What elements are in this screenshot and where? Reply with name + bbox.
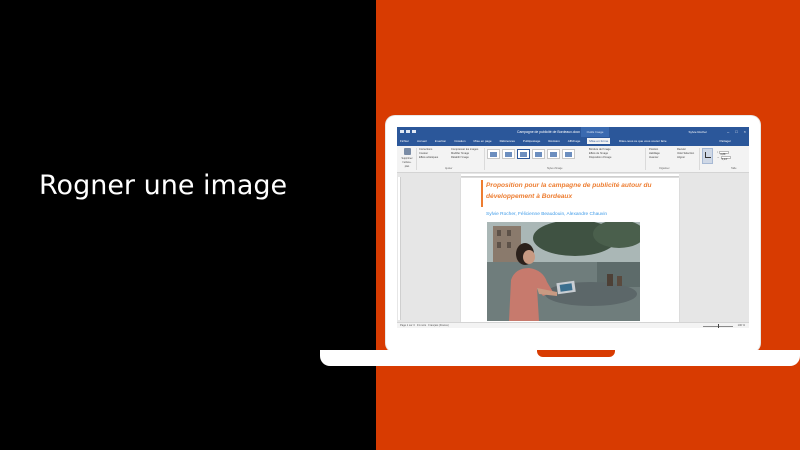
group-label-adjust: Ajuster bbox=[445, 167, 453, 170]
picture-style-thumbnail[interactable] bbox=[562, 149, 575, 159]
laptop-notch bbox=[537, 350, 615, 357]
close-icon[interactable]: × bbox=[744, 129, 746, 134]
group-label-arrange: Organiser bbox=[659, 167, 670, 170]
tab-file[interactable]: Fichier bbox=[399, 139, 410, 144]
size-group: ↕3,86" ↔5,04" bbox=[717, 150, 731, 161]
width-field[interactable]: 5,04" bbox=[720, 155, 731, 161]
picture-style-thumbnail[interactable] bbox=[517, 149, 530, 159]
window-title: Campagne de publicité de Bordeaux.docx bbox=[517, 130, 580, 134]
window-controls: – □ × bbox=[727, 129, 746, 134]
adjust-group-2: Compresser les images Modifier l'image R… bbox=[451, 148, 478, 160]
tab-review[interactable]: Révision bbox=[547, 139, 561, 144]
campus-photo-image bbox=[487, 222, 640, 321]
crop-button[interactable] bbox=[702, 148, 713, 164]
slide-title: Rogner une image bbox=[39, 170, 288, 201]
document-heading[interactable]: Proposition pour la campagne de publicit… bbox=[486, 180, 666, 202]
picture-style-thumbnail[interactable] bbox=[487, 149, 500, 159]
zoom-level[interactable]: 100 % bbox=[738, 324, 745, 327]
horizontal-ruler[interactable] bbox=[461, 174, 679, 177]
maximize-icon[interactable]: □ bbox=[735, 129, 737, 134]
align-button[interactable]: Aligner bbox=[677, 156, 694, 160]
language-indicator[interactable]: Français (France) bbox=[428, 324, 448, 327]
remove-background-button[interactable]: Supprimer l'arrière-plan bbox=[401, 148, 413, 168]
quick-access-toolbar bbox=[400, 130, 416, 133]
tab-home[interactable]: Accueil bbox=[416, 139, 428, 144]
arrange-group-2: Reculer Volet Sélection Aligner bbox=[677, 148, 694, 160]
tab-mailings[interactable]: Publipostage bbox=[522, 139, 541, 144]
remove-background-icon bbox=[403, 148, 411, 155]
bring-forward-button[interactable]: Avancer bbox=[649, 156, 660, 160]
group-label-size: Taille bbox=[731, 167, 737, 170]
adjust-group: Corrections Couleur Effets artistiques bbox=[419, 148, 438, 160]
share-button[interactable]: Partager bbox=[719, 139, 731, 143]
picture-style-thumbnail[interactable] bbox=[547, 149, 560, 159]
tab-layout[interactable]: Mise en page bbox=[473, 139, 493, 144]
tab-view[interactable]: Affichage bbox=[567, 139, 581, 144]
reset-picture-button[interactable]: Rétablir l'image bbox=[451, 156, 478, 160]
user-name[interactable]: Sylvie Rocher bbox=[688, 130, 707, 134]
artistic-effects-button[interactable]: Effets artistiques bbox=[419, 156, 438, 160]
tell-me-search[interactable]: Dites-nous ce que vous voulez faire bbox=[619, 139, 667, 143]
group-label-picture-styles: Styles d'image bbox=[547, 167, 563, 170]
ribbon-group-labels: Ajuster Styles d'image Organiser Taille bbox=[397, 167, 749, 171]
status-bar: Page 1 sur 3 31 mots Français (France) 1… bbox=[397, 322, 749, 328]
page-count[interactable]: Page 1 sur 3 bbox=[400, 324, 415, 327]
arrange-group: Position Habillage Avancer bbox=[649, 148, 660, 160]
document-page[interactable]: Proposition pour la campagne de publicit… bbox=[461, 178, 679, 322]
left-panel bbox=[0, 0, 376, 450]
picture-styles-gallery bbox=[487, 149, 575, 159]
picture-style-thumbnail[interactable] bbox=[532, 149, 545, 159]
minimize-icon[interactable]: – bbox=[727, 129, 729, 134]
ribbon-tabs: Fichier Accueil Insertion Création Mise … bbox=[397, 137, 749, 146]
zoom-slider-thumb[interactable] bbox=[718, 324, 719, 328]
save-icon[interactable] bbox=[400, 130, 404, 133]
word-count[interactable]: 31 mots bbox=[417, 324, 426, 327]
heading-accent-bar bbox=[481, 180, 483, 207]
selected-picture[interactable] bbox=[487, 222, 640, 321]
height-field[interactable]: 3,86" bbox=[719, 150, 730, 156]
ribbon: Supprimer l'arrière-plan Corrections Cou… bbox=[397, 146, 749, 173]
tab-design[interactable]: Création bbox=[453, 139, 466, 144]
status-info: Page 1 sur 3 31 mots Français (France) bbox=[400, 324, 449, 327]
tab-format[interactable]: Mise en forme bbox=[587, 138, 611, 144]
vertical-ruler[interactable] bbox=[398, 177, 401, 320]
picture-style-thumbnail[interactable] bbox=[502, 149, 515, 159]
tab-references[interactable]: Références bbox=[499, 139, 516, 144]
tab-insert[interactable]: Insertion bbox=[434, 139, 448, 144]
picture-tools-label: Outils Image bbox=[581, 127, 609, 137]
picture-layout-button[interactable]: Disposition d'image bbox=[589, 156, 611, 160]
redo-icon[interactable] bbox=[412, 130, 416, 133]
word-window: Campagne de publicité de Bordeaux.docx O… bbox=[397, 127, 749, 328]
document-authors[interactable]: Sylvie Rocher, Félicienne Beaudouin, Ale… bbox=[486, 212, 607, 217]
picture-options-group: Bordure de l'image Effets de l'image Dis… bbox=[589, 148, 611, 160]
undo-icon[interactable] bbox=[406, 130, 410, 133]
title-bar: Campagne de publicité de Bordeaux.docx O… bbox=[397, 127, 749, 137]
